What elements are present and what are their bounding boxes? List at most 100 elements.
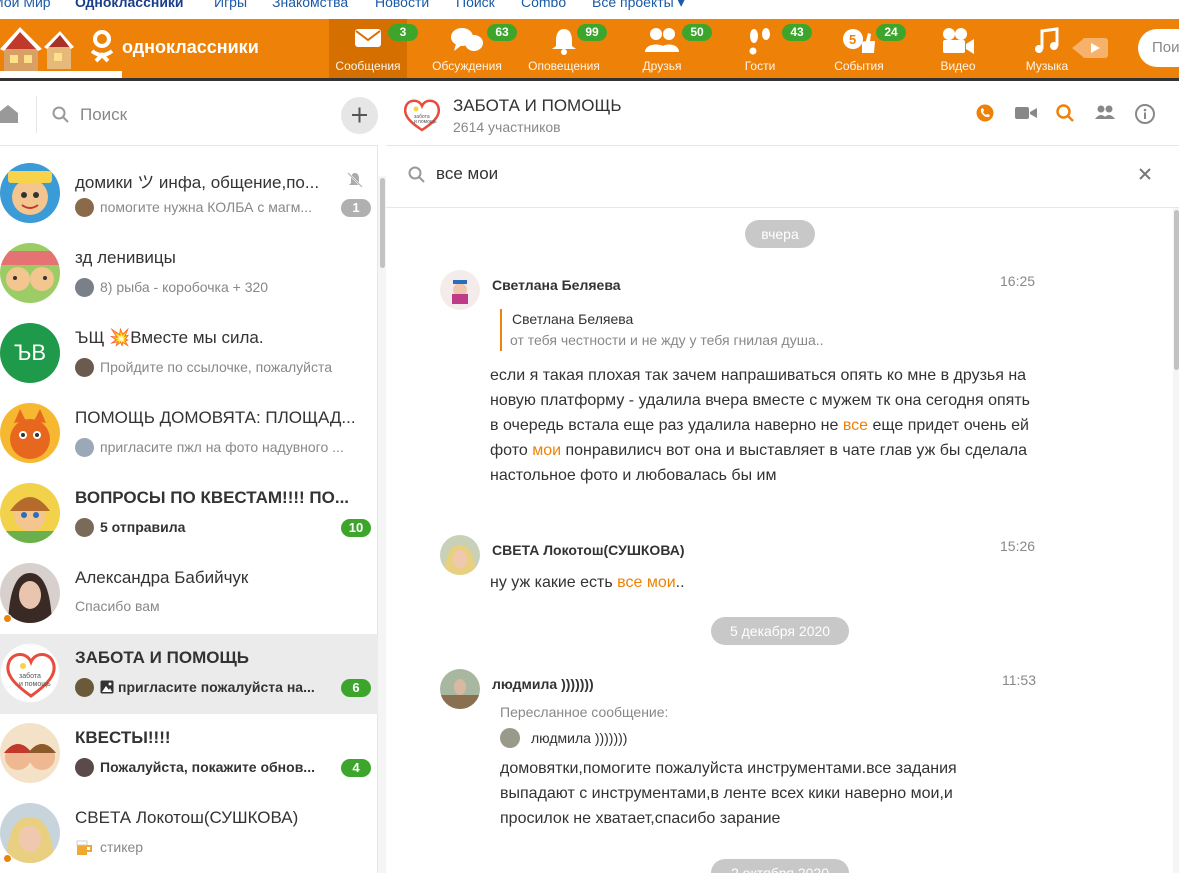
- sender-avatar: [75, 278, 94, 297]
- group-logo[interactable]: заботаи помощь: [402, 96, 442, 132]
- message-text: если я такая плохая так зачем напрашиват…: [490, 367, 1030, 484]
- phone-icon[interactable]: [976, 104, 994, 122]
- online-indicator: [3, 854, 12, 863]
- nav-label: Музыка: [1025, 59, 1069, 73]
- info-icon[interactable]: [1135, 104, 1155, 124]
- list-item[interactable]: СВЕТА Локотош(СУШКОВА) стикер: [0, 794, 378, 873]
- chat-last-message: Спасибо вам: [75, 598, 160, 614]
- forwarded-avatar: [500, 728, 520, 748]
- avatar: забота и помощь: [0, 643, 60, 703]
- chat-last-message: 5 отправила: [75, 518, 335, 538]
- link-moi-mir[interactable]: Мои Мир: [0, 0, 51, 10]
- avatar: ЪВ: [0, 323, 60, 383]
- list-item[interactable]: ВОПРОСЫ ПО КВЕСТАМ!!!! ПО... 5 отправила…: [0, 474, 378, 554]
- home-icon[interactable]: [0, 105, 18, 123]
- link-games[interactable]: Игры: [214, 0, 247, 10]
- header-search-input[interactable]: Пои: [1138, 29, 1179, 67]
- link-all-projects[interactable]: Все проекты ▾: [592, 0, 685, 11]
- date-separator: 2 октября 2020: [711, 859, 849, 873]
- last-message-text: помогите нужна КОЛБА с магм...: [100, 199, 313, 215]
- list-item-active[interactable]: забота и помощь ЗАБОТА И ПОМОЩЬ пригласит…: [0, 634, 378, 714]
- new-chat-button[interactable]: [341, 97, 378, 134]
- link-search[interactable]: Поиск: [456, 0, 495, 10]
- last-message-text: пригласите пжл на фото надувного ...: [100, 439, 344, 455]
- unread-badge: 10: [341, 519, 371, 537]
- chat-list-panel: Поиск домики ツ инфа, общение,по... помог…: [0, 81, 378, 873]
- message-search-input[interactable]: все мои: [436, 164, 498, 184]
- music-icon: [1035, 27, 1059, 53]
- events-icon: 5: [843, 29, 875, 53]
- guests-badge: 43: [782, 24, 812, 41]
- chat-list-toolbar: Поиск: [0, 81, 378, 146]
- date-separator: 5 декабря 2020: [711, 617, 849, 645]
- logo-image[interactable]: [0, 19, 122, 78]
- message-avatar[interactable]: [440, 270, 480, 310]
- message-author[interactable]: людмила ))))))): [492, 676, 594, 692]
- nav-label: События: [834, 59, 884, 73]
- sender-avatar: [75, 358, 94, 377]
- list-item[interactable]: ЪВ ЪЩ 💥Вместе мы сила. Пройдите по ссыло…: [0, 314, 378, 394]
- message-avatar[interactable]: [440, 535, 480, 575]
- forwarded-author[interactable]: людмила ))))))): [531, 730, 627, 746]
- participants-icon[interactable]: [1095, 104, 1115, 122]
- top-links-bar: Мои Мир Одноклассники Игры Знакомства Но…: [0, 0, 1179, 19]
- search-icon[interactable]: [1056, 104, 1074, 122]
- list-item[interactable]: домики ツ инфа, общение,по... помогите ну…: [0, 154, 378, 234]
- avatar: [0, 403, 60, 463]
- message-author[interactable]: Светлана Беляева: [492, 277, 621, 293]
- chat-list-scrollbar[interactable]: [378, 176, 386, 873]
- video-call-icon[interactable]: [1015, 104, 1037, 122]
- chat-last-message: пригласите пожалуйста на...: [75, 678, 335, 698]
- chat-last-message: Пожалуйста, покажите обнов...: [75, 758, 335, 778]
- discussions-icon: [451, 28, 483, 51]
- message-time: 15:26: [1000, 538, 1036, 554]
- list-item[interactable]: КВЕСТЫ!!!! Пожалуйста, покажите обнов...…: [0, 714, 378, 794]
- chat-list-scrollbar-thumb[interactable]: [380, 178, 385, 268]
- chat-title: ЪЩ 💥Вместе мы сила.: [75, 328, 264, 347]
- search-icon: [408, 166, 425, 183]
- chat-title: КВЕСТЫ!!!!: [75, 728, 171, 747]
- close-icon[interactable]: [1138, 167, 1152, 181]
- message-author[interactable]: СВЕТА Локотош(СУШКОВА): [492, 542, 685, 558]
- sender-avatar: [75, 758, 94, 777]
- nav-label: Оповещения: [528, 59, 600, 73]
- chat-title[interactable]: ЗАБОТА И ПОМОЩЬ: [453, 96, 622, 116]
- list-item[interactable]: Александра Бабийчук Спасибо вам: [0, 554, 378, 634]
- sender-avatar: [75, 198, 94, 217]
- nav-label: Сообщения: [335, 59, 401, 73]
- search-highlight: мои: [532, 442, 562, 459]
- unread-badge: 4: [341, 759, 371, 777]
- search-highlight: все мои: [617, 574, 676, 591]
- messages-badge: 3: [388, 24, 418, 41]
- link-dating[interactable]: Знакомства: [272, 0, 348, 10]
- quoted-text: от тебя честности и не жду у тебя гнилая…: [510, 332, 824, 348]
- logo-text[interactable]: одноклассники: [122, 37, 259, 58]
- forwarded-label: Пересланное сообщение:: [500, 704, 669, 720]
- play-icon[interactable]: [1072, 36, 1110, 60]
- last-message-text: Пройдите по ссылочке, пожалуйста: [100, 359, 333, 375]
- chat-last-message: помогите нужна КОЛБА с магм...: [75, 198, 335, 218]
- chat-last-message: пригласите пжл на фото надувного ...: [75, 438, 365, 458]
- chat-last-message: Пройдите по ссылочке, пожалуйста: [75, 358, 335, 378]
- chat-search-input[interactable]: Поиск: [80, 105, 127, 125]
- chat-list: домики ツ инфа, общение,по... помогите ну…: [0, 146, 378, 873]
- list-item[interactable]: [0, 146, 378, 154]
- message-list: вчера Светлана Беляева 16:25 Светлана Бе…: [386, 208, 1171, 873]
- link-combo[interactable]: Combo: [521, 0, 566, 10]
- message-scrollbar-thumb[interactable]: [1174, 210, 1179, 370]
- list-item[interactable]: ПОМОЩЬ ДОМОВЯТА: ПЛОЩАД... пригласите пж…: [0, 394, 378, 474]
- unread-badge: 6: [341, 679, 371, 697]
- footprints-icon: [749, 28, 770, 55]
- quoted-message[interactable]: Светлана Беляева от тебя честности и не …: [500, 309, 824, 351]
- member-count[interactable]: 2614 участников: [453, 119, 561, 135]
- message-avatar[interactable]: [440, 669, 480, 709]
- list-item[interactable]: зд ленивицы 8) рыба - коробочка + 320: [0, 234, 378, 314]
- link-odnoklassniki[interactable]: Одноклассники: [75, 0, 184, 10]
- avatar: [0, 163, 60, 223]
- friends-badge: 50: [682, 24, 712, 41]
- link-news[interactable]: Новости: [375, 0, 429, 10]
- chat-title: домики ツ инфа, общение,по...: [75, 173, 320, 192]
- nav-video[interactable]: Видео: [918, 19, 998, 78]
- svg-text:и помощь: и помощь: [19, 681, 51, 688]
- avatar: [0, 723, 60, 783]
